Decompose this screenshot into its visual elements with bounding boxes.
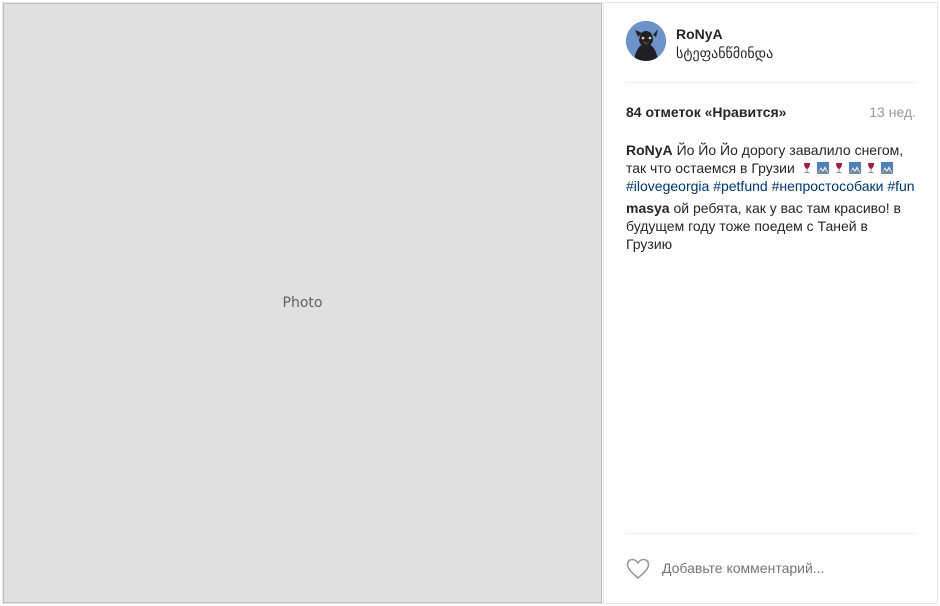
heart-icon[interactable]	[626, 558, 650, 580]
hashtag-petfund[interactable]: #petfund	[713, 178, 768, 194]
mountain-emoji	[880, 162, 893, 174]
mountain-emoji	[816, 162, 829, 174]
comment-item: masya ой ребята, как у вас там красиво! …	[626, 199, 916, 253]
post-photo-image: Photo	[3, 3, 602, 603]
avatar[interactable]	[626, 21, 666, 61]
wine-glass-emoji	[803, 163, 810, 173]
post-footer	[626, 533, 916, 603]
post-header: RoNyA სტეფანწმინდა	[626, 21, 916, 83]
hashtag-ilovegeorgia[interactable]: #ilovegeorgia	[626, 178, 709, 194]
comment-author[interactable]: masya	[626, 200, 670, 216]
wine-glass-emoji	[867, 163, 874, 173]
post-username[interactable]: RoNyA	[676, 26, 723, 42]
hashtag-fun[interactable]: #fun	[887, 178, 914, 194]
post-age[interactable]: 13 нед.	[869, 104, 916, 120]
wine-glass-emoji	[835, 163, 842, 173]
mountain-emoji	[848, 162, 861, 174]
comments-list: RoNyA Йо Йо Йо дорогу завалило снегом, т…	[626, 141, 916, 257]
avatar-image	[626, 21, 666, 61]
post-location[interactable]: სტეფანწმინდა	[676, 45, 773, 62]
post-stats: 84 отметок «Нравится» 13 нед.	[626, 104, 916, 124]
add-comment-input[interactable]	[662, 560, 902, 576]
likes-count[interactable]: 84 отметок «Нравится»	[626, 104, 786, 120]
post-photo[interactable]: Photo	[3, 3, 602, 603]
instagram-post: Photo RoNyA სტეფანწმინდა 84 отметок «Нра…	[2, 2, 938, 604]
post-sidebar: RoNyA სტეფანწმინდა 84 отметок «Нравится»…	[603, 3, 937, 603]
svg-text:Photo: Photo	[283, 295, 323, 311]
caption-comment: RoNyA Йо Йо Йо дорогу завалило снегом, т…	[626, 141, 916, 195]
caption-emojis	[799, 160, 895, 176]
caption-author[interactable]: RoNyA	[626, 142, 673, 158]
hashtag-neprostosobaki[interactable]: #непростособаки	[772, 178, 884, 194]
